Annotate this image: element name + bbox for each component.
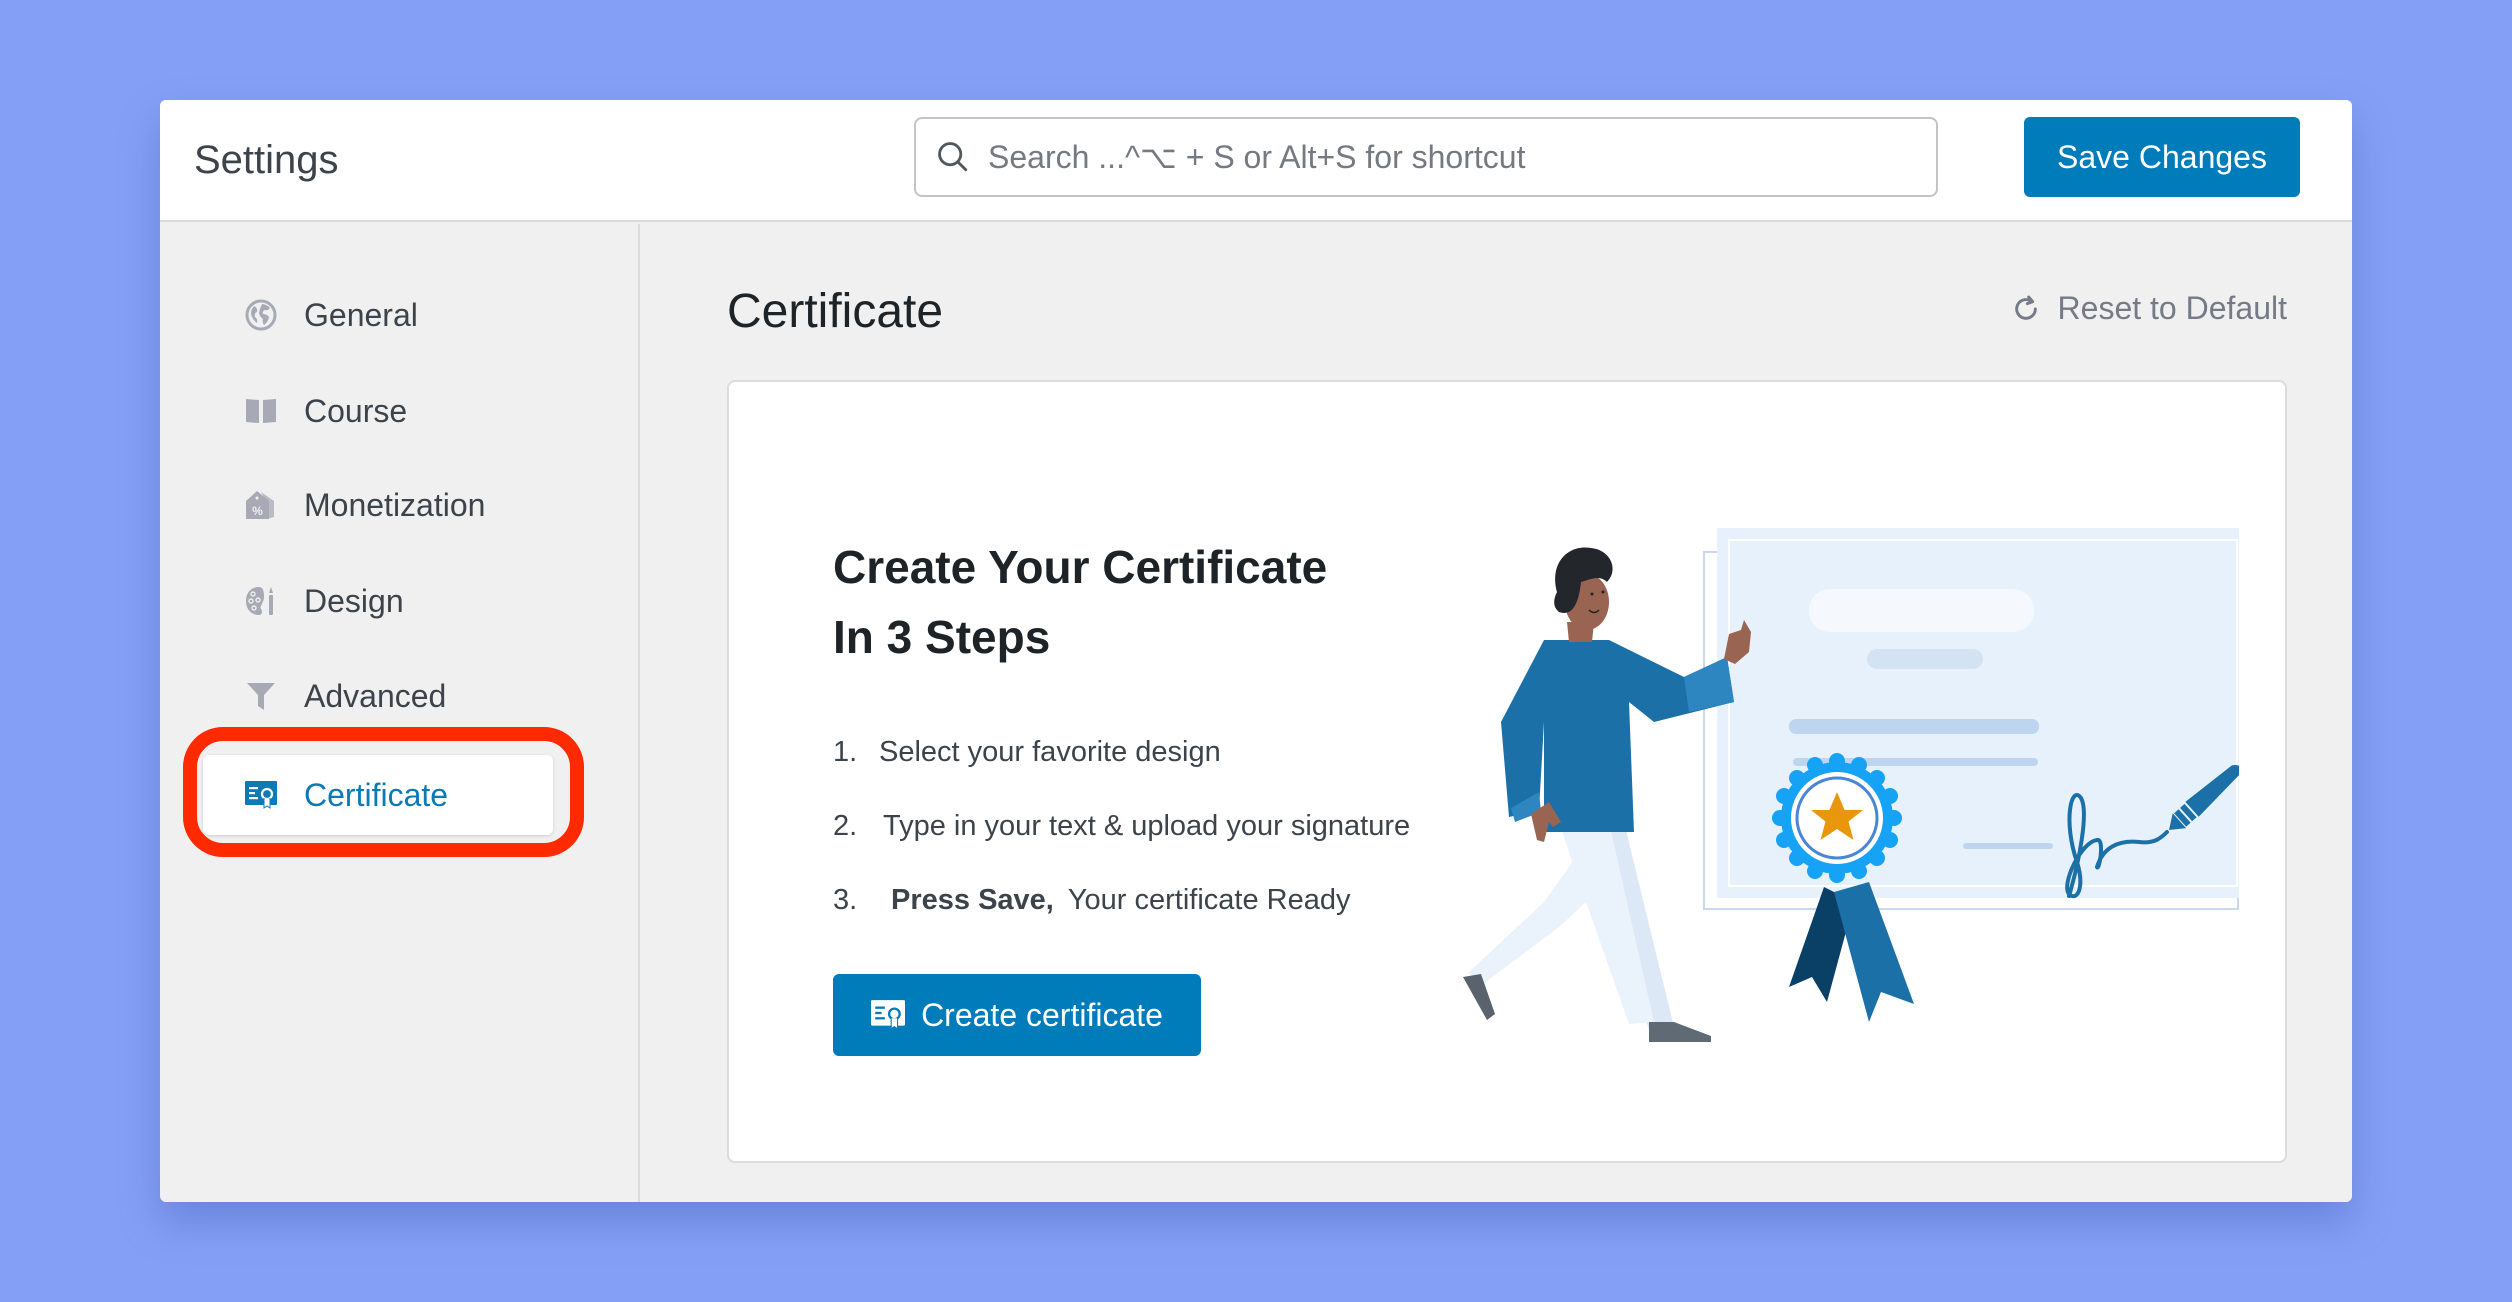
search-icon bbox=[938, 142, 968, 172]
reset-icon bbox=[2014, 295, 2037, 320]
certificate-icon bbox=[871, 1000, 906, 1030]
search-input[interactable] bbox=[988, 119, 1936, 195]
sidebar-item-certificate[interactable]: Certificate bbox=[203, 755, 553, 835]
palette-icon bbox=[244, 584, 278, 618]
step-text: Your certificate Ready bbox=[1067, 884, 1351, 916]
certificate-intro-card: Create Your Certificate In 3 Steps 1. Se… bbox=[727, 380, 2287, 1163]
card-heading-line2: In 3 Steps bbox=[833, 611, 1051, 663]
step-item: 3. Press Save, Your certificate Ready bbox=[833, 880, 1410, 954]
certificate-subtitle-bar bbox=[1867, 649, 1983, 669]
step-number: 2. bbox=[833, 810, 858, 842]
step-item: 2. Type in your text & upload your signa… bbox=[833, 806, 1410, 880]
page-title: Settings bbox=[194, 138, 339, 182]
filter-icon bbox=[244, 679, 278, 713]
certificate-illustration bbox=[1463, 528, 2239, 1042]
sidebar-item-label: Design bbox=[304, 582, 404, 619]
award-rosette bbox=[1772, 753, 1902, 883]
globe-icon bbox=[244, 298, 278, 332]
reset-label: Reset to Default bbox=[2057, 290, 2287, 326]
sidebar-item-label: Course bbox=[304, 392, 408, 429]
card-heading-line1: Create Your Certificate bbox=[833, 541, 1328, 593]
sidebar-item-label: Advanced bbox=[304, 677, 447, 714]
price-tag-icon: % bbox=[244, 488, 278, 522]
search-box[interactable] bbox=[914, 117, 1938, 197]
step-number: 3. bbox=[833, 884, 858, 916]
step-item: 1. Select your favorite design bbox=[833, 732, 1410, 806]
step-text: Type in your text & upload your signatur… bbox=[883, 810, 1411, 842]
settings-window: Settings Save Changes General bbox=[160, 100, 2352, 1202]
steps-list: 1. Select your favorite design 2. Type i… bbox=[833, 732, 1410, 954]
header: Settings Save Changes bbox=[160, 100, 2352, 222]
sidebar-item-design[interactable]: Design bbox=[203, 561, 553, 641]
svg-text:%: % bbox=[252, 504, 263, 518]
step-bold-text: Press Save, bbox=[891, 884, 1054, 916]
sidebar-item-monetization[interactable]: % Monetization bbox=[203, 465, 553, 545]
sidebar-item-general[interactable]: General bbox=[203, 275, 553, 355]
sidebar-item-label: General bbox=[304, 296, 418, 333]
create-certificate-button[interactable]: Create certificate bbox=[833, 974, 1201, 1056]
sidebar-item-label: Certificate bbox=[304, 776, 449, 813]
section-title: Certificate bbox=[727, 285, 944, 338]
sidebar-item-label: Monetization bbox=[304, 486, 486, 523]
sidebar: General Course % Monetization Design Adv… bbox=[160, 224, 640, 1202]
book-icon bbox=[244, 394, 278, 428]
create-certificate-label: Create certificate bbox=[921, 996, 1163, 1033]
save-changes-button[interactable]: Save Changes bbox=[2024, 117, 2300, 197]
card-heading: Create Your Certificate In 3 Steps bbox=[833, 532, 1433, 672]
step-number: 1. bbox=[833, 736, 858, 768]
certificate-icon bbox=[244, 778, 278, 812]
reset-to-default-button[interactable]: Reset to Default bbox=[2010, 290, 2287, 327]
certificate-title-bar bbox=[1809, 589, 2034, 632]
sidebar-item-advanced[interactable]: Advanced bbox=[203, 656, 553, 736]
certificate-text-line bbox=[1789, 719, 2039, 734]
step-text: Select your favorite design bbox=[879, 736, 1221, 768]
sidebar-item-course[interactable]: Course bbox=[203, 371, 553, 451]
